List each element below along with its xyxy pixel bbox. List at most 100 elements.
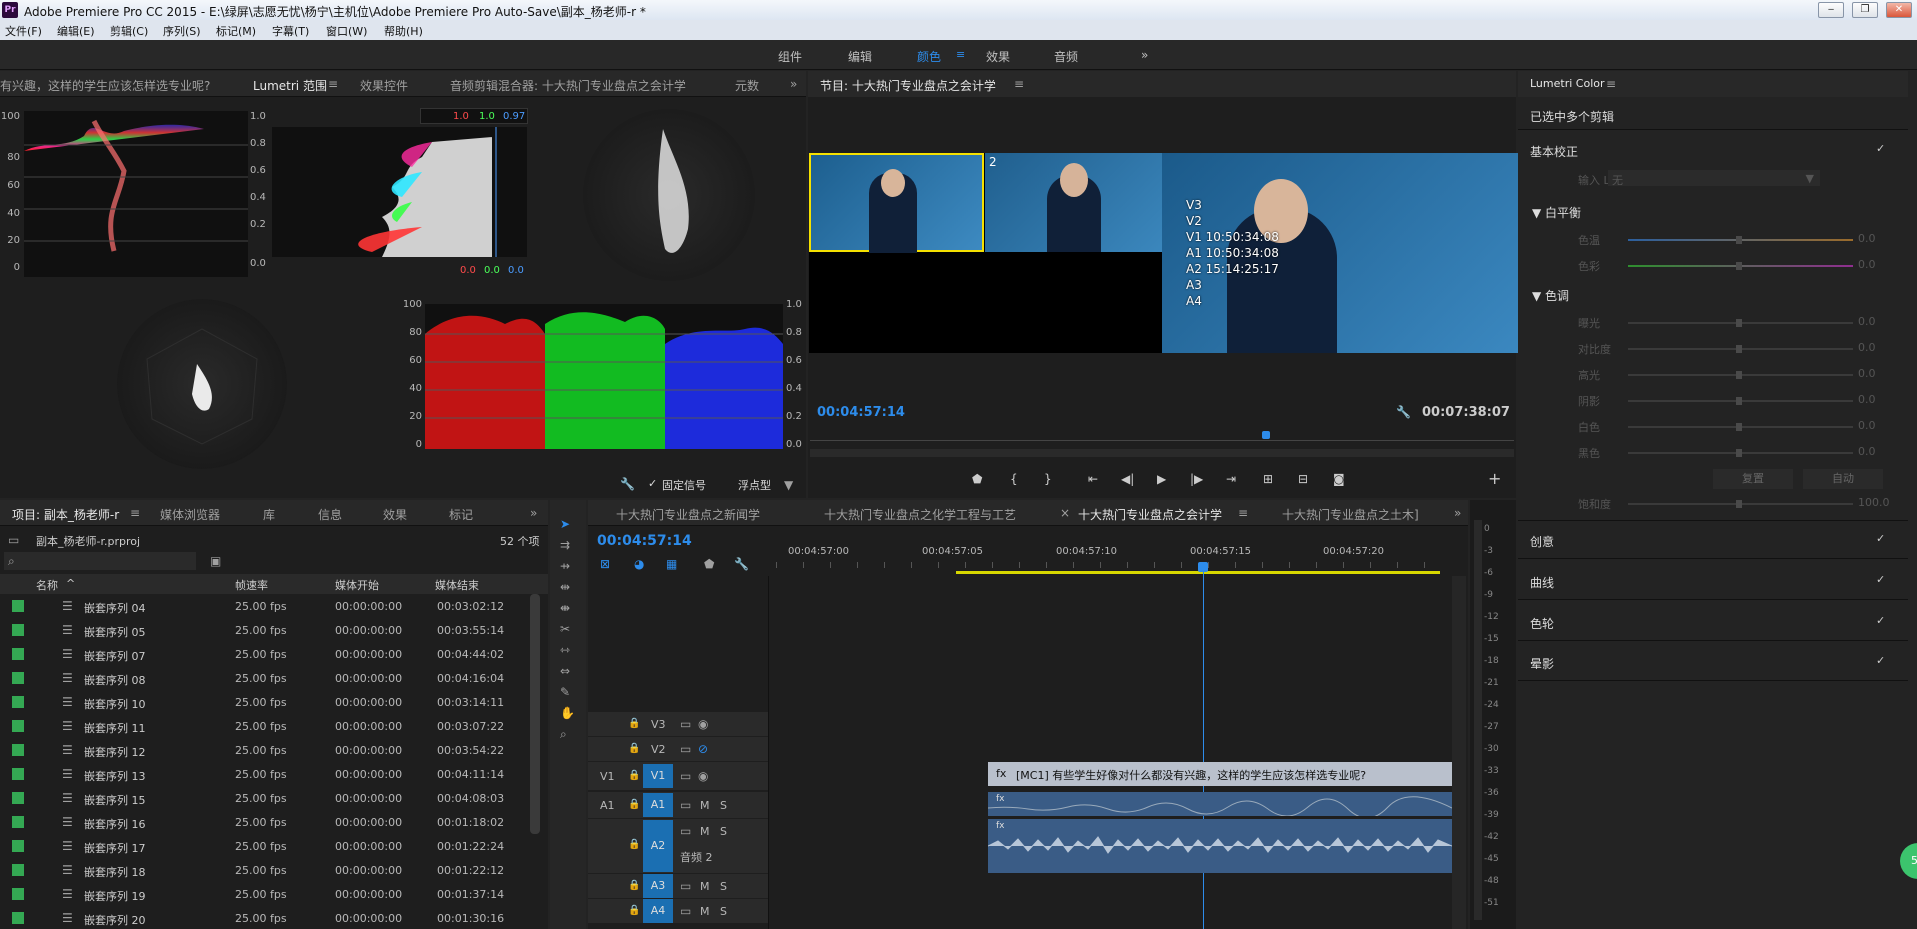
- vignette-section[interactable]: 晕影: [1530, 655, 1554, 672]
- list-item[interactable]: ☰ 嵌套序列 16 25.00 fps 00:00:00:00 00:01:18:02: [0, 810, 530, 834]
- creative-section[interactable]: 创意: [1530, 533, 1554, 550]
- workspace-audio[interactable]: 音频: [1054, 48, 1078, 65]
- tab-project[interactable]: 项目: 副本_杨老师-r: [12, 506, 119, 523]
- tab-project-overflow-icon[interactable]: »: [530, 506, 537, 520]
- wrench-icon[interactable]: 🔧: [620, 478, 635, 490]
- workspace-color[interactable]: 颜色: [917, 48, 941, 65]
- col-media-end[interactable]: 媒体结束: [435, 577, 479, 593]
- minimize-button[interactable]: ‒: [1818, 2, 1844, 18]
- tab-media-browser[interactable]: 媒体浏览器: [160, 506, 220, 523]
- slip-tool-icon[interactable]: ⇿: [560, 644, 570, 656]
- tab-sequence-menu-icon[interactable]: ≡: [1238, 506, 1248, 520]
- tab-sequence-journalism[interactable]: 十大热门专业盘点之新闻学: [616, 506, 760, 523]
- list-item[interactable]: ☰ 嵌套序列 08 25.00 fps 00:00:00:00 00:04:16:04: [0, 666, 530, 690]
- track-a2-header[interactable]: 🔒 A2 ▭ M S 音频 2: [588, 819, 768, 873]
- menu-marker[interactable]: 标记(M): [216, 23, 256, 39]
- auto-button[interactable]: 自动: [1803, 469, 1883, 489]
- tint-slider[interactable]: [1628, 262, 1853, 270]
- pen-tool-icon[interactable]: ✎: [560, 686, 570, 698]
- mark-out-icon[interactable]: }: [1044, 473, 1052, 485]
- lumetri-title[interactable]: Lumetri Color: [1530, 77, 1605, 90]
- new-bin-icon[interactable]: ▣: [210, 555, 221, 567]
- list-item[interactable]: ☰ 嵌套序列 13 25.00 fps 00:00:00:00 00:04:11:14: [0, 762, 530, 786]
- timeline-playhead-handle[interactable]: [1198, 562, 1208, 572]
- workspace-editing[interactable]: 编辑: [848, 48, 872, 65]
- menu-edit[interactable]: 编辑(E): [57, 23, 95, 39]
- exposure-slider[interactable]: [1628, 319, 1853, 327]
- highlights-slider[interactable]: [1628, 371, 1853, 379]
- audio-clip-a1[interactable]: fx: [988, 792, 1452, 816]
- add-button-icon[interactable]: +: [1488, 471, 1501, 487]
- camera-angle-1[interactable]: [809, 153, 984, 253]
- tab-effects[interactable]: 效果: [383, 506, 407, 523]
- close-button[interactable]: ✕: [1886, 2, 1912, 18]
- playhead-marker[interactable]: [1262, 431, 1270, 439]
- razor-tool-icon[interactable]: ✂: [560, 623, 570, 635]
- tone-heading[interactable]: ▼ 色调: [1532, 287, 1569, 304]
- list-item[interactable]: ☰ 嵌套序列 19 25.00 fps 00:00:00:00 00:01:37:14: [0, 882, 530, 906]
- selection-tool-icon[interactable]: ➤: [560, 518, 570, 530]
- wrench-icon[interactable]: 🔧: [1396, 406, 1411, 418]
- creative-checkbox[interactable]: ✓: [1876, 532, 1885, 545]
- track-v3-header[interactable]: 🔒 V3 ▭ ◉: [588, 712, 768, 736]
- audio-clip-a2[interactable]: fx: [988, 819, 1452, 873]
- tint-value[interactable]: 0.0: [1858, 258, 1876, 271]
- marker-icon[interactable]: ⬟: [704, 558, 714, 570]
- snap-icon[interactable]: ⊠: [600, 558, 610, 570]
- project-search-input[interactable]: ⌕: [4, 552, 196, 570]
- whites-slider[interactable]: [1628, 423, 1853, 431]
- tab-markers[interactable]: 标记: [449, 506, 473, 523]
- white-balance-heading[interactable]: ▼ 白平衡: [1532, 204, 1581, 221]
- hand-tool-icon[interactable]: ✋: [560, 707, 575, 719]
- tab-sequence-chemical[interactable]: 十大热门专业盘点之化学工程与工艺: [824, 506, 1016, 523]
- zoom-tool-icon[interactable]: ⌕: [560, 728, 567, 740]
- tab-lumetri-scopes[interactable]: Lumetri 范围: [253, 77, 327, 94]
- tab-effect-controls[interactable]: 效果控件: [360, 77, 408, 94]
- vignette-checkbox[interactable]: ✓: [1876, 654, 1885, 667]
- add-marker-icon[interactable]: ▦: [666, 558, 677, 570]
- menu-title[interactable]: 字幕(T): [272, 23, 309, 39]
- list-item[interactable]: ☰ 嵌套序列 04 25.00 fps 00:00:00:00 00:03:02:12: [0, 594, 530, 618]
- exposure-value[interactable]: 0.0: [1858, 315, 1876, 328]
- menu-file[interactable]: 文件(F): [5, 23, 42, 39]
- timeline-ruler[interactable]: 00:04:57:00 00:04:57:05 00:04:57:10 00:0…: [776, 546, 1440, 574]
- tab-libraries[interactable]: 库: [263, 506, 275, 523]
- track-select-tool-icon[interactable]: ⇉: [560, 539, 570, 551]
- contrast-slider[interactable]: [1628, 345, 1853, 353]
- project-scrollbar[interactable]: [530, 594, 540, 834]
- linked-selection-icon[interactable]: ◕: [634, 558, 644, 570]
- workspace-overflow-icon[interactable]: »: [1141, 48, 1148, 62]
- camera-icon[interactable]: ◙: [1333, 473, 1345, 485]
- float-type-dropdown[interactable]: 浮点型: [738, 477, 771, 493]
- mark-in-icon[interactable]: {: [1010, 473, 1018, 485]
- list-item[interactable]: ☰ 嵌套序列 15 25.00 fps 00:00:00:00 00:04:08:03: [0, 786, 530, 810]
- color-wheels-section[interactable]: 色轮: [1530, 615, 1554, 632]
- chevron-down-icon[interactable]: ▼: [784, 479, 793, 491]
- menu-sequence[interactable]: 序列(S): [163, 23, 201, 39]
- basic-correction-heading[interactable]: 基本校正: [1530, 143, 1578, 160]
- list-item[interactable]: ☰ 嵌套序列 10 25.00 fps 00:00:00:00 00:03:14:11: [0, 690, 530, 714]
- list-item[interactable]: ☰ 嵌套序列 07 25.00 fps 00:00:00:00 00:04:44:02: [0, 642, 530, 666]
- list-item[interactable]: ☰ 嵌套序列 05 25.00 fps 00:00:00:00 00:03:55:14: [0, 618, 530, 642]
- timeline-settings-icon[interactable]: 🔧: [734, 558, 749, 570]
- col-name[interactable]: 名称: [36, 577, 58, 593]
- tab-audio-mixer[interactable]: 音频剪辑混合器: 十大热门专业盘点之会计学: [450, 77, 686, 94]
- saturation-slider[interactable]: [1628, 500, 1853, 508]
- tab-menu-icon[interactable]: ≡: [328, 77, 338, 91]
- col-media-start[interactable]: 媒体开始: [335, 577, 379, 593]
- menu-clip[interactable]: 剪辑(C): [110, 23, 148, 39]
- saturation-value[interactable]: 100.0: [1858, 496, 1890, 509]
- close-tab-icon[interactable]: ×: [1060, 506, 1070, 520]
- menu-window[interactable]: 窗口(W): [326, 23, 367, 39]
- rolling-edit-tool-icon[interactable]: ⇹: [560, 581, 570, 593]
- program-menu-icon[interactable]: ≡: [1014, 77, 1024, 91]
- tab-sequence-civil[interactable]: 十大热门专业盘点之土木]: [1282, 506, 1419, 523]
- tab-timeline-overflow-icon[interactable]: »: [1454, 506, 1461, 520]
- go-to-in-icon[interactable]: ⇤: [1088, 473, 1098, 485]
- ripple-edit-tool-icon[interactable]: ⇸: [560, 560, 570, 572]
- curves-checkbox[interactable]: ✓: [1876, 573, 1885, 586]
- video-clip-mc1[interactable]: fx [MC1] 有些学生好像对什么都没有兴趣，这样的学生应该怎样选专业呢?: [988, 762, 1452, 786]
- list-item[interactable]: ☰ 嵌套序列 17 25.00 fps 00:00:00:00 00:01:22:24: [0, 834, 530, 858]
- tab-metadata[interactable]: 元数: [735, 77, 759, 94]
- list-item[interactable]: ☰ 嵌套序列 11 25.00 fps 00:00:00:00 00:03:07:22: [0, 714, 530, 738]
